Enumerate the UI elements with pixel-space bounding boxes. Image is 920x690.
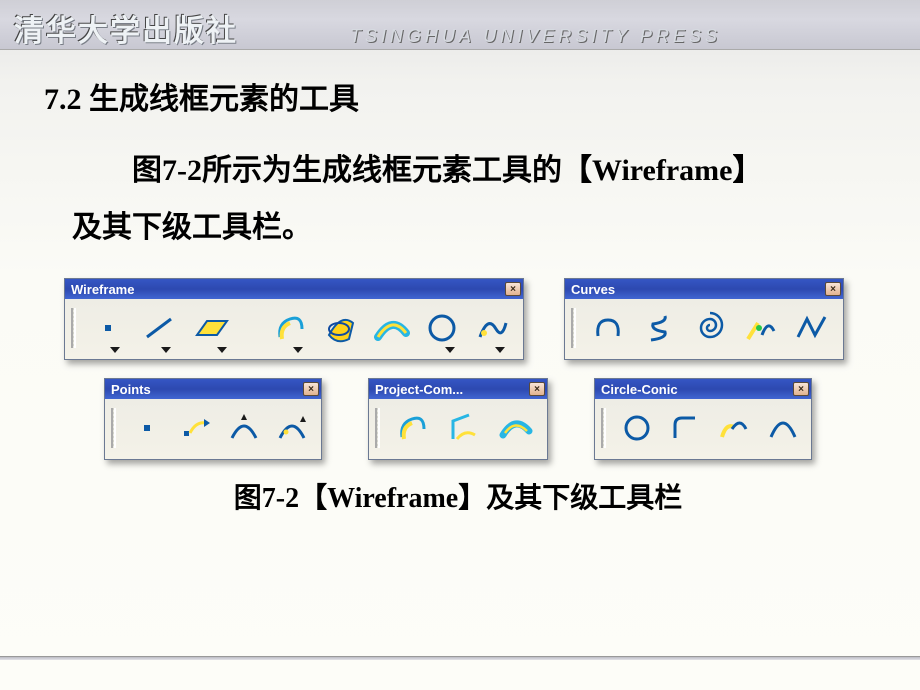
helix-icon[interactable] [639, 307, 680, 349]
toolbar-title: Curves [571, 282, 615, 297]
section-heading: 7.2 生成线框元素的工具 [44, 74, 872, 118]
reflect-line-icon[interactable] [495, 407, 537, 449]
circle-icon[interactable] [618, 407, 656, 449]
dropdown-arrow-icon[interactable] [293, 347, 303, 353]
toolbar-body [105, 399, 321, 459]
figure-caption: 图7-2【Wireframe】及其下级工具栏 [44, 476, 872, 516]
toolbar-body [369, 399, 547, 459]
titlebar-project[interactable]: Project-Com... × [369, 379, 547, 399]
toolbar-title: Project-Com... [375, 382, 463, 397]
publisher-en: TSINGHUA UNIVERSITY PRESS [350, 26, 721, 47]
dropdown-arrow-icon[interactable] [110, 347, 120, 353]
sweep-icon[interactable] [321, 307, 361, 349]
section-body: 图7-2所示为生成线框元素工具的【Wireframe】 及其下级工具栏。 [44, 142, 872, 256]
line-icon[interactable] [138, 307, 178, 349]
close-icon[interactable]: × [529, 382, 545, 396]
circle-icon[interactable] [422, 307, 462, 349]
body-line-1: 图7-2所示为生成线框元素工具的【Wireframe】 [72, 142, 872, 199]
point-ref-icon[interactable] [176, 407, 214, 449]
toolbars-row-2: Points × Projec [104, 378, 872, 460]
dropdown-arrow-icon[interactable] [161, 347, 171, 353]
dropdown-arrow-icon[interactable] [217, 347, 227, 353]
grip-handle[interactable] [571, 308, 576, 348]
combine-icon[interactable] [444, 407, 486, 449]
corner-icon[interactable] [666, 407, 704, 449]
toolbar-title: Wireframe [71, 282, 134, 297]
toolbar-title: Circle-Conic [601, 382, 678, 397]
toolbar-body [65, 299, 523, 359]
titlebar-wireframe[interactable]: Wireframe × [65, 279, 523, 299]
close-icon[interactable]: × [793, 382, 809, 396]
toolbars-row-1: Wireframe × [64, 278, 872, 360]
dropdown-arrow-icon[interactable] [495, 347, 505, 353]
point-icon[interactable] [88, 307, 128, 349]
close-icon[interactable]: × [303, 382, 319, 396]
body-line-2: 及其下级工具栏。 [72, 199, 872, 256]
intersect-icon[interactable] [372, 307, 412, 349]
titlebar-circleconic[interactable]: Circle-Conic × [595, 379, 811, 399]
titlebar-points[interactable]: Points × [105, 379, 321, 399]
dropdown-arrow-icon[interactable] [445, 347, 455, 353]
toolbar-curves: Curves × [564, 278, 844, 360]
grip-handle[interactable] [71, 308, 76, 348]
polyline-icon[interactable] [792, 307, 833, 349]
toolbar-body [595, 399, 811, 459]
grip-handle[interactable] [601, 408, 606, 448]
slide-header: 清华大学出版社 TSINGHUA UNIVERSITY PRESS [0, 0, 920, 50]
toolbar-points: Points × [104, 378, 322, 460]
publisher-cn: 清华大学出版社 [14, 6, 238, 50]
titlebar-curves[interactable]: Curves × [565, 279, 843, 299]
grip-handle[interactable] [375, 408, 380, 448]
extremum-polar-icon[interactable] [273, 407, 311, 449]
conic-icon[interactable] [763, 407, 801, 449]
connect-curve-icon[interactable] [714, 407, 752, 449]
close-icon[interactable]: × [505, 282, 521, 296]
grip-handle[interactable] [111, 408, 116, 448]
toolbar-body [565, 299, 843, 359]
toolbar-title: Points [111, 382, 151, 397]
connect-icon[interactable] [741, 307, 782, 349]
footer-divider [0, 656, 920, 660]
plane-icon[interactable] [189, 307, 235, 349]
toolbar-project-combine: Project-Com... × [368, 378, 548, 460]
curve-edit-icon[interactable] [473, 307, 513, 349]
project-icon[interactable] [392, 407, 434, 449]
toolbar-circle-conic: Circle-Conic × [594, 378, 812, 460]
project-icon[interactable] [271, 307, 311, 349]
spline-icon[interactable] [588, 307, 629, 349]
extremum-icon[interactable] [224, 407, 262, 449]
slide-content: 7.2 生成线框元素的工具 图7-2所示为生成线框元素工具的【Wireframe… [0, 50, 920, 516]
spiral-icon[interactable] [690, 307, 731, 349]
toolbar-wireframe: Wireframe × [64, 278, 524, 360]
point-icon[interactable] [128, 407, 166, 449]
close-icon[interactable]: × [825, 282, 841, 296]
